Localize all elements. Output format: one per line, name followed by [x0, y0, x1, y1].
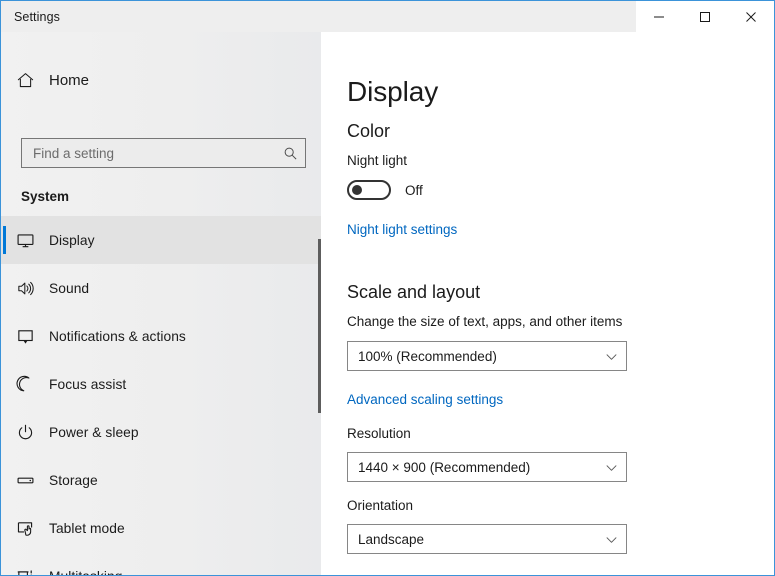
moon-icon	[1, 375, 49, 394]
night-light-state: Off	[405, 183, 423, 198]
maximize-icon	[699, 11, 711, 23]
sidebar-item-home[interactable]: Home	[1, 60, 321, 100]
page-title: Display	[347, 76, 438, 108]
close-icon	[745, 11, 757, 23]
sidebar-item-label: Power & sleep	[49, 425, 139, 440]
search-icon[interactable]	[275, 146, 305, 161]
scale-dropdown-value: 100% (Recommended)	[348, 349, 596, 364]
chevron-down-icon[interactable]	[596, 350, 626, 363]
monitor-icon	[1, 231, 49, 250]
resolution-label: Resolution	[347, 426, 411, 441]
sidebar-item-label: Multitasking	[49, 569, 122, 576]
power-icon	[1, 423, 49, 442]
search-input-placeholder: Find a setting	[22, 146, 275, 161]
chevron-down-icon[interactable]	[596, 461, 626, 474]
tablet-hand-icon	[1, 519, 49, 538]
resolution-dropdown[interactable]: 1440 × 900 (Recommended)	[347, 452, 627, 482]
caption-button-group	[636, 1, 774, 32]
sidebar-item-multitasking[interactable]: Multitasking	[1, 552, 321, 575]
sidebar-item-label: Sound	[49, 281, 89, 296]
main-content: Display Color Night light Off Night ligh…	[321, 32, 774, 575]
sidebar-item-label: Tablet mode	[49, 521, 125, 536]
window-title: Settings	[14, 10, 60, 24]
section-heading-color: Color	[347, 121, 390, 142]
night-light-toggle[interactable]	[347, 180, 391, 200]
sidebar-group-header: System	[21, 189, 69, 204]
sidebar: Home Find a setting System	[1, 32, 321, 575]
settings-window: Settings	[0, 0, 775, 576]
orientation-dropdown-value: Landscape	[348, 532, 596, 547]
sidebar-nav-list: Display Sound	[1, 216, 321, 575]
sidebar-item-label: Storage	[49, 473, 98, 488]
sidebar-item-label: Notifications & actions	[49, 329, 186, 344]
selection-indicator	[3, 226, 6, 254]
chevron-down-icon[interactable]	[596, 533, 626, 546]
speaker-icon	[1, 279, 49, 298]
home-icon	[1, 71, 49, 90]
advanced-scaling-settings-link[interactable]: Advanced scaling settings	[347, 392, 503, 407]
minimize-icon	[653, 11, 665, 23]
sidebar-item-power-sleep[interactable]: Power & sleep	[1, 408, 321, 456]
resolution-dropdown-value: 1440 × 900 (Recommended)	[348, 460, 596, 475]
toggle-knob	[352, 185, 362, 195]
sidebar-item-label: Focus assist	[49, 377, 126, 392]
notification-icon	[1, 327, 49, 346]
sidebar-item-label: Display	[49, 233, 95, 248]
scale-dropdown[interactable]: 100% (Recommended)	[347, 341, 627, 371]
orientation-dropdown[interactable]: Landscape	[347, 524, 627, 554]
title-bar[interactable]: Settings	[1, 1, 774, 32]
search-input[interactable]: Find a setting	[21, 138, 306, 168]
sidebar-item-tablet-mode[interactable]: Tablet mode	[1, 504, 321, 552]
maximize-button[interactable]	[682, 1, 728, 32]
orientation-label: Orientation	[347, 498, 413, 513]
night-light-settings-link[interactable]: Night light settings	[347, 222, 457, 237]
night-light-toggle-row: Off	[347, 180, 423, 200]
sidebar-item-sound[interactable]: Sound	[1, 264, 321, 312]
scale-label: Change the size of text, apps, and other…	[347, 314, 622, 329]
sidebar-item-display[interactable]: Display	[1, 216, 321, 264]
sidebar-home-label: Home	[49, 72, 89, 89]
section-heading-scale-and-layout: Scale and layout	[347, 282, 480, 303]
sidebar-item-notifications[interactable]: Notifications & actions	[1, 312, 321, 360]
minimize-button[interactable]	[636, 1, 682, 32]
multitasking-icon	[1, 567, 49, 576]
drive-icon	[1, 471, 49, 490]
sidebar-item-storage[interactable]: Storage	[1, 456, 321, 504]
night-light-label: Night light	[347, 153, 407, 168]
sidebar-item-focus-assist[interactable]: Focus assist	[1, 360, 321, 408]
close-button[interactable]	[728, 1, 774, 32]
